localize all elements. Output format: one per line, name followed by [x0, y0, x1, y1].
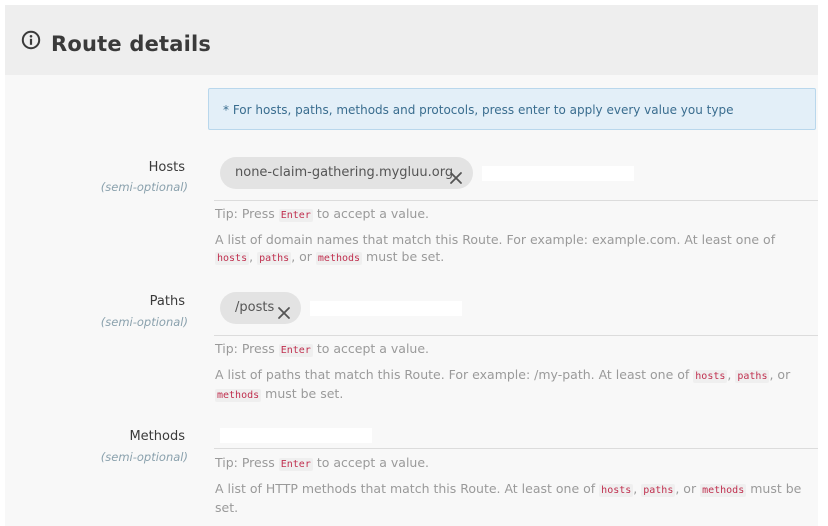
paths-description: A list of paths that match this Route. F…: [215, 367, 791, 402]
enter-key-code: Enter: [278, 344, 313, 357]
methods-divider: [214, 448, 818, 449]
enter-key-code: Enter: [278, 209, 313, 222]
hosts-tip: Tip: Press Enter to accept a value.: [215, 206, 430, 222]
paths-input[interactable]: [310, 301, 462, 316]
methods-input[interactable]: [220, 428, 372, 443]
paths-sublabel: (semi-optional): [100, 315, 188, 329]
route-details-panel: Route details * For hosts, paths, method…: [0, 0, 828, 526]
paths-label: Paths: [149, 294, 185, 309]
info-circle-icon: [21, 30, 41, 50]
section-title: Route details: [51, 32, 212, 56]
methods-label: Methods: [129, 429, 185, 444]
paths-tip: Tip: Press Enter to accept a value.: [215, 341, 430, 357]
paths-chip: /posts: [220, 292, 301, 324]
methods-description: A list of HTTP methods that match this R…: [215, 481, 802, 515]
paths-chip-label: /posts: [235, 300, 275, 315]
hosts-chip: none-claim-gathering.mygluu.org: [220, 157, 473, 189]
hosts-chip-label: none-claim-gathering.mygluu.org: [235, 165, 454, 180]
enter-key-code: Enter: [278, 458, 313, 471]
methods-sublabel: (semi-optional): [100, 450, 188, 464]
hosts-input[interactable]: [482, 166, 634, 181]
hosts-divider: [214, 200, 818, 201]
remove-chip-icon[interactable]: [277, 301, 291, 319]
remove-chip-icon[interactable]: [449, 166, 463, 184]
hosts-label: Hosts: [148, 160, 185, 175]
hosts-description: A list of domain names that match this R…: [215, 232, 776, 265]
paths-divider: [214, 335, 818, 336]
hosts-sublabel: (semi-optional): [100, 180, 188, 194]
info-notice: * For hosts, paths, methods and protocol…: [208, 88, 816, 130]
section-header: Route details: [5, 5, 818, 75]
methods-tip: Tip: Press Enter to accept a value.: [215, 455, 430, 471]
